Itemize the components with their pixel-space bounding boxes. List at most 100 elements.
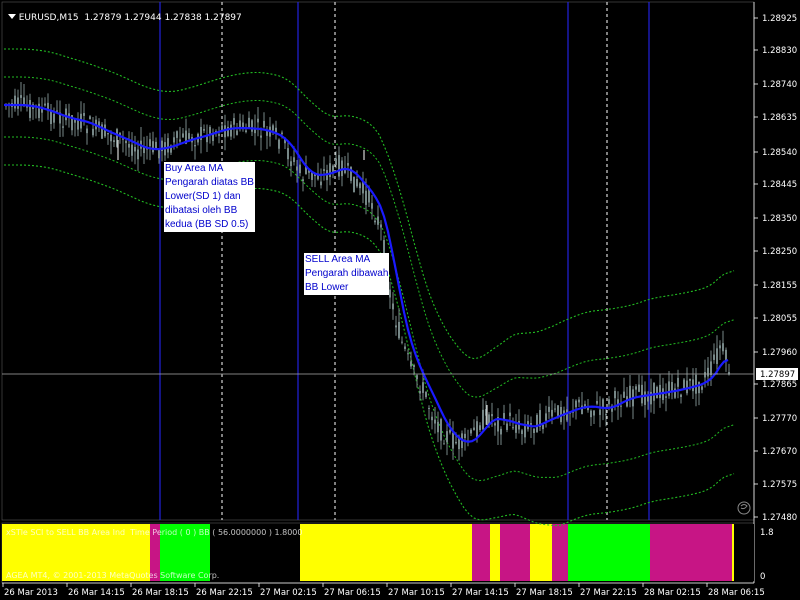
- candle-body: [89, 116, 91, 120]
- candle-body: [476, 421, 478, 437]
- candle-body: [29, 99, 31, 118]
- candle-body: [323, 169, 325, 171]
- candle-body: [131, 144, 133, 156]
- candle-body: [92, 128, 94, 136]
- candle-body: [137, 149, 139, 160]
- candle-body: [110, 134, 112, 142]
- candle-body: [230, 124, 232, 137]
- candle-body: [176, 131, 178, 138]
- dropdown-arrow-icon[interactable]: [7, 14, 16, 19]
- candle-body: [401, 341, 403, 343]
- candle-body: [302, 179, 304, 182]
- candle-body: [614, 391, 616, 399]
- candle-body: [257, 118, 259, 123]
- price-tick-label: 1.28635: [762, 113, 797, 123]
- candle-body: [707, 367, 709, 377]
- candle-body: [548, 406, 550, 412]
- indicator-scale-top: 1.8: [760, 528, 774, 538]
- candle-body: [719, 345, 721, 349]
- candle-body: [188, 133, 190, 139]
- candle-body: [83, 113, 85, 116]
- candle-body: [209, 126, 211, 134]
- candle-body: [17, 97, 19, 109]
- candle-body: [20, 95, 22, 98]
- candle-body: [404, 346, 406, 349]
- price-tick-label: 1.28155: [762, 281, 797, 291]
- candle-body: [575, 400, 577, 408]
- candle-body: [356, 178, 358, 187]
- candle-body: [260, 135, 262, 138]
- time-tick-label: 27 Mar 22:15: [580, 588, 637, 598]
- candle-body: [725, 349, 727, 361]
- candle-body: [278, 139, 280, 149]
- candle-body: [716, 348, 718, 364]
- candle-body: [413, 365, 415, 368]
- candle-body: [416, 375, 418, 380]
- price-tick-label: 1.28925: [762, 14, 797, 24]
- candle-body: [518, 421, 520, 430]
- candle-body: [134, 146, 136, 152]
- time-tick-label: 27 Mar 18:15: [516, 588, 573, 598]
- candle-body: [44, 103, 46, 106]
- candle-body: [602, 399, 604, 408]
- candle-body: [62, 126, 64, 128]
- candle-body: [287, 148, 289, 160]
- sell-annotation: SELL Area MA Pengarah dibawah BB Lower: [304, 253, 390, 295]
- candle-body: [428, 408, 430, 410]
- indicator-segment: [490, 524, 500, 581]
- candle-body: [593, 410, 595, 416]
- candle-body: [179, 139, 181, 142]
- candle-body: [152, 141, 154, 153]
- time-tick-label: 27 Mar 02:15: [260, 588, 317, 598]
- candle-body: [536, 414, 538, 433]
- price-tick-label: 1.28350: [762, 214, 797, 224]
- candle-body: [350, 166, 352, 181]
- candle-body: [533, 428, 535, 433]
- candle-body: [689, 378, 691, 381]
- time-tick-label: 26 Mar 14:15: [68, 588, 125, 598]
- candle-body: [578, 399, 580, 403]
- indicator-segment: [500, 524, 530, 581]
- candle-body: [653, 382, 655, 401]
- time-tick-label: 26 Mar 18:15: [132, 588, 189, 598]
- candle-body: [452, 432, 454, 449]
- candle-body: [470, 429, 472, 434]
- candle-body: [359, 183, 361, 189]
- candle-body: [332, 165, 334, 172]
- candle-body: [347, 163, 349, 166]
- candle-body: [236, 130, 238, 135]
- candle-body: [77, 120, 79, 130]
- candle-body: [425, 391, 427, 398]
- candle-body: [566, 409, 568, 421]
- candle-body: [671, 382, 673, 392]
- candle-body: [194, 145, 196, 147]
- candle-body: [515, 425, 517, 433]
- price-tick-label: 1.28740: [762, 80, 797, 90]
- time-tick-label: 27 Mar 10:15: [388, 588, 445, 598]
- indicator-scale-bottom: 0: [760, 572, 765, 582]
- time-tick-label: 28 Mar 06:15: [708, 588, 765, 598]
- indicator-segment: [552, 524, 568, 581]
- candle-body: [173, 137, 175, 143]
- candle-body: [521, 430, 523, 434]
- candle-body: [659, 384, 661, 399]
- candle-body: [380, 224, 382, 228]
- candle-body: [374, 220, 376, 223]
- candle-body: [392, 303, 394, 310]
- indicator-segment: [300, 524, 472, 581]
- candle-body: [50, 110, 52, 125]
- candle-body: [644, 391, 646, 405]
- candle-body: [107, 132, 109, 135]
- candle-body: [482, 409, 484, 430]
- candle-body: [464, 433, 466, 439]
- chart-canvas[interactable]: 1.28925 1.28830 1.28740 1.28635 1.28540 1.284…: [0, 0, 800, 600]
- indicator-segment: [732, 524, 734, 581]
- candle-body: [635, 386, 637, 390]
- price-tick-label: 1.28830: [762, 46, 797, 56]
- candle-body: [698, 381, 700, 394]
- indicator-watermark: AGEA MT4, © 2001-2013 MetaQuotes Softwar…: [6, 571, 220, 580]
- price-tick-label: 1.28250: [762, 247, 797, 257]
- candle-body: [290, 161, 292, 167]
- candle-body: [599, 409, 601, 415]
- candle-body: [434, 419, 436, 424]
